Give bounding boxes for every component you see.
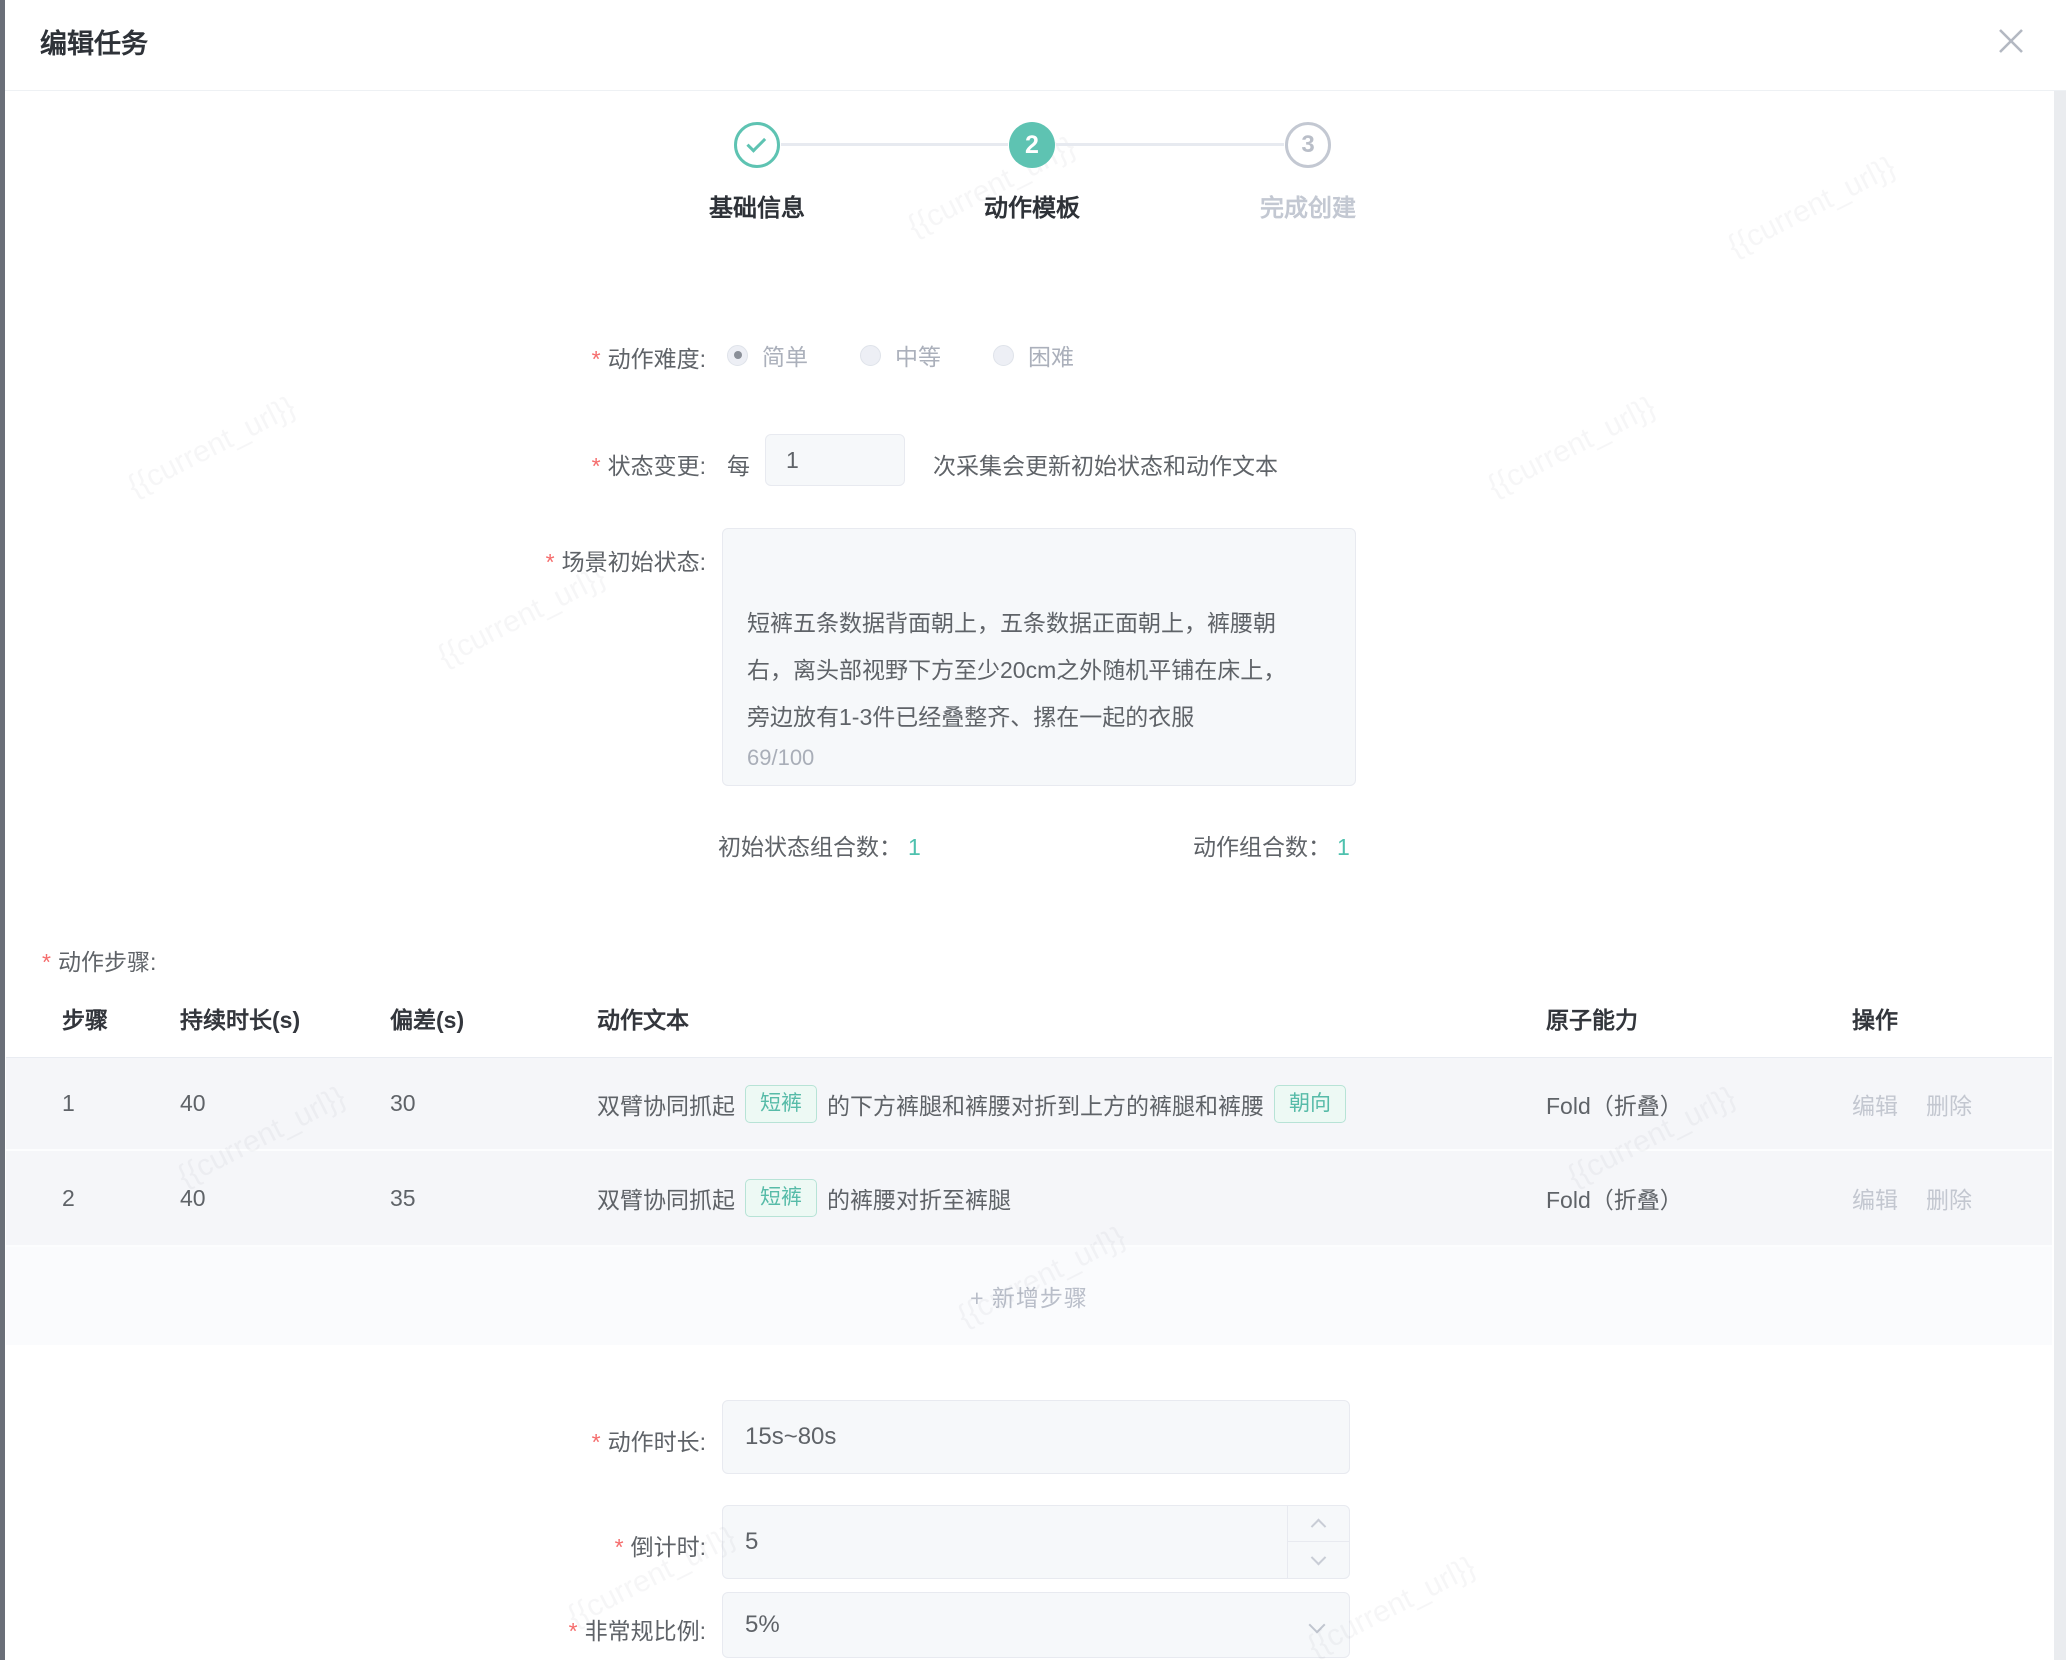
radio-hard[interactable]: 困难 bbox=[993, 338, 1074, 372]
step-2-label: 动作模板 bbox=[984, 188, 1080, 223]
row-operations: 编辑 删除 bbox=[1852, 1151, 1972, 1245]
scene-initial-state-textarea[interactable]: 短裤五条数据背面朝上，五条数据正面朝上，裤腰朝 右，离头部视野下方至少20cm之… bbox=[722, 528, 1356, 786]
edit-link[interactable]: 编辑 bbox=[1852, 1181, 1898, 1215]
initial-state-combo-count: 初始状态组合数：1 bbox=[718, 828, 921, 862]
stepper-connector-1 bbox=[781, 143, 1008, 146]
chevron-down-icon bbox=[1309, 1617, 1326, 1634]
watermark: {{current_url}} bbox=[122, 390, 301, 504]
delete-link[interactable]: 删除 bbox=[1926, 1087, 1972, 1121]
char-counter: 69/100 bbox=[747, 745, 814, 771]
edit-task-dialog: {{current_url}} {{current_url}} {{curren… bbox=[0, 0, 2066, 1660]
action-combo-value: 1 bbox=[1337, 834, 1350, 860]
chevron-down-icon bbox=[1311, 1549, 1327, 1565]
countdown-label: *倒计时: bbox=[420, 1528, 706, 1562]
action-text: 双臂协同抓起 短裤 的下方裤腿和裤腰对折到上方的裤腿和裤腰 朝向 bbox=[597, 1058, 1542, 1149]
unconventional-ratio-label: *非常规比例: bbox=[420, 1612, 706, 1646]
object-tag: 短裤 bbox=[745, 1179, 817, 1217]
capability-value: Fold（折叠） bbox=[1546, 1151, 1683, 1245]
action-steps-table: 步骤 持续时长(s) 偏差(s) 动作文本 原子能力 操作 1 40 30 双臂… bbox=[6, 995, 2052, 1345]
required-asterisk: * bbox=[546, 549, 555, 575]
col-header-operations: 操作 bbox=[1852, 1001, 1898, 1035]
col-header-action-text: 动作文本 bbox=[597, 1001, 689, 1035]
dialog-title: 编辑任务 bbox=[40, 22, 148, 61]
countdown-input[interactable]: 5 bbox=[722, 1505, 1350, 1579]
watermark: {{current_url}} bbox=[1722, 150, 1901, 264]
duration-value: 40 bbox=[180, 1058, 206, 1149]
row-operations: 编辑 删除 bbox=[1852, 1058, 1972, 1149]
check-icon bbox=[746, 133, 766, 153]
state-change-prefix: 每 bbox=[727, 447, 750, 481]
add-step-button[interactable]: + 新增步骤 bbox=[970, 1279, 1088, 1313]
close-icon[interactable] bbox=[1994, 24, 2028, 58]
countdown-value: 5 bbox=[745, 1528, 758, 1555]
step-3-number: 3 bbox=[1301, 131, 1314, 159]
step-3-label: 完成创建 bbox=[1260, 188, 1356, 223]
col-header-capability: 原子能力 bbox=[1546, 1001, 1638, 1035]
table-row: 2 40 35 双臂协同抓起 短裤 的裤腰对折至裤腿 Fold（折叠） 编辑 删… bbox=[6, 1151, 2052, 1247]
object-tag: 短裤 bbox=[745, 1085, 817, 1123]
required-asterisk: * bbox=[42, 949, 51, 975]
step-number: 1 bbox=[62, 1058, 75, 1149]
window-left-edge bbox=[0, 0, 5, 1660]
scene-initial-state-text: 短裤五条数据背面朝上，五条数据正面朝上，裤腰朝 右，离头部视野下方至少20cm之… bbox=[747, 610, 1286, 730]
chevron-up-icon bbox=[1311, 1519, 1327, 1535]
stepper-connector-2 bbox=[1056, 143, 1284, 146]
watermark: {{current_url}} bbox=[432, 560, 611, 674]
radio-icon bbox=[860, 345, 881, 366]
step-2-number: 2 bbox=[1025, 131, 1039, 160]
radio-easy[interactable]: 简单 bbox=[727, 338, 808, 372]
edit-link[interactable]: 编辑 bbox=[1852, 1087, 1898, 1121]
action-steps-label: *动作步骤: bbox=[42, 943, 156, 977]
state-change-label: *状态变更: bbox=[420, 447, 706, 481]
number-spinner bbox=[1287, 1506, 1349, 1578]
capability-value: Fold（折叠） bbox=[1546, 1058, 1683, 1149]
required-asterisk: * bbox=[592, 1429, 601, 1455]
orientation-tag: 朝向 bbox=[1274, 1085, 1346, 1123]
step-1-circle bbox=[734, 122, 780, 168]
radio-selected-icon bbox=[727, 345, 748, 366]
difficulty-radio-group: 简单 中等 困难 bbox=[727, 338, 1074, 372]
action-combo-count: 动作组合数：1 bbox=[1193, 828, 1350, 862]
action-duration-input[interactable]: 15s~80s bbox=[722, 1400, 1350, 1474]
deviation-value: 30 bbox=[390, 1058, 416, 1149]
scene-initial-state-label: *场景初始状态: bbox=[420, 543, 706, 577]
initial-combo-value: 1 bbox=[908, 834, 921, 860]
required-asterisk: * bbox=[615, 1534, 624, 1560]
add-step-row: + 新增步骤 bbox=[6, 1247, 2052, 1345]
radio-medium[interactable]: 中等 bbox=[860, 338, 941, 372]
step-number: 2 bbox=[62, 1151, 75, 1245]
step-3-circle: 3 bbox=[1285, 122, 1331, 168]
col-header-step: 步骤 bbox=[62, 1001, 108, 1035]
action-text: 双臂协同抓起 短裤 的裤腰对折至裤腿 bbox=[597, 1151, 1542, 1245]
difficulty-label: *动作难度: bbox=[420, 340, 706, 374]
state-change-input[interactable]: 1 bbox=[765, 434, 905, 486]
radio-icon bbox=[993, 345, 1014, 366]
ratio-value: 5% bbox=[745, 1611, 780, 1638]
step-2-circle: 2 bbox=[1009, 122, 1055, 168]
col-header-deviation: 偏差(s) bbox=[390, 1001, 464, 1035]
required-asterisk: * bbox=[592, 453, 601, 479]
unconventional-ratio-select[interactable]: 5% bbox=[722, 1592, 1350, 1658]
action-duration-label: *动作时长: bbox=[420, 1423, 706, 1457]
page-background-strip bbox=[2054, 91, 2066, 1660]
duration-value: 40 bbox=[180, 1151, 206, 1245]
spinner-up-button[interactable] bbox=[1288, 1506, 1349, 1542]
watermark: {{current_url}} bbox=[1482, 390, 1661, 504]
col-header-duration: 持续时长(s) bbox=[180, 1001, 300, 1035]
table-row: 1 40 30 双臂协同抓起 短裤 的下方裤腿和裤腰对折到上方的裤腿和裤腰 朝向… bbox=[6, 1058, 2052, 1151]
delete-link[interactable]: 删除 bbox=[1926, 1181, 1972, 1215]
deviation-value: 35 bbox=[390, 1151, 416, 1245]
header-divider bbox=[0, 90, 2066, 91]
table-header-row: 步骤 持续时长(s) 偏差(s) 动作文本 原子能力 操作 bbox=[6, 995, 2052, 1058]
spinner-down-button[interactable] bbox=[1288, 1542, 1349, 1578]
state-change-suffix: 次采集会更新初始状态和动作文本 bbox=[933, 447, 1278, 481]
step-1-label: 基础信息 bbox=[709, 188, 805, 223]
required-asterisk: * bbox=[569, 1618, 578, 1644]
required-asterisk: * bbox=[592, 346, 601, 372]
